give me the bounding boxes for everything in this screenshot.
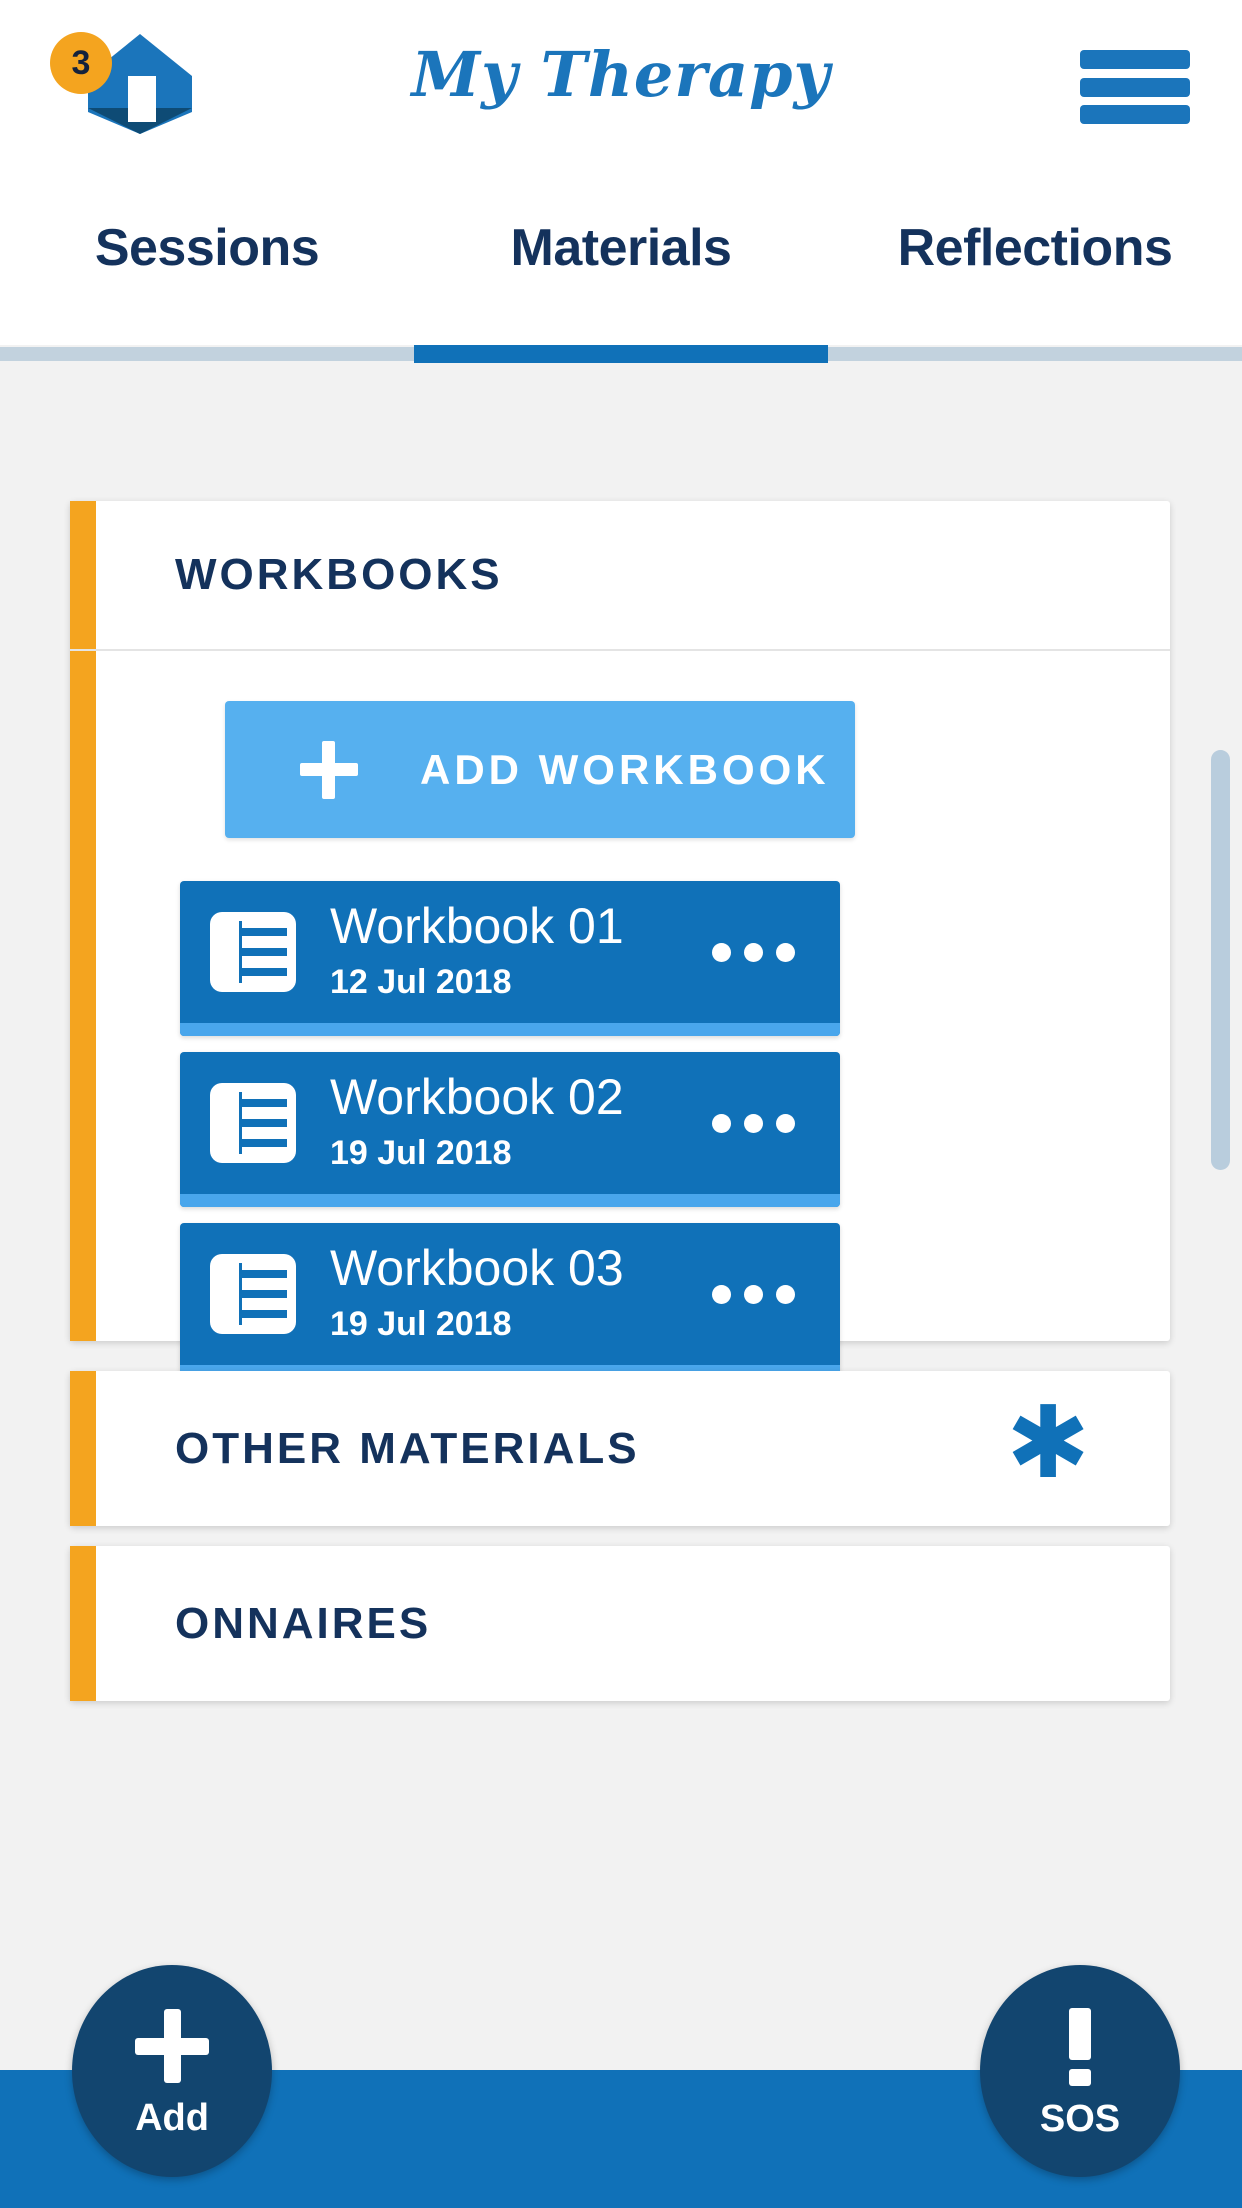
workbook-date: 19 Jul 2018 [330,1134,512,1172]
page-title: My Therapy [411,38,831,111]
workbook-progress-bar [180,1194,840,1207]
document-icon [210,1254,296,1334]
workbooks-card: WORKBOOKS ADD WORKBOOK Workbook 01 12 Ju… [70,501,1170,1378]
app-screen: 3 My Therapy Sessions Materials Reflecti… [0,0,1242,2208]
document-icon-lines [242,1092,287,1154]
more-options-icon[interactable] [712,1114,795,1133]
sos-fab-button[interactable]: SOS [980,1965,1180,2177]
tab-bar: Sessions Materials Reflections [0,160,1242,345]
document-icon-lines [242,1263,287,1325]
tab-sessions[interactable]: Sessions [0,160,414,335]
workbook-title: Workbook 03 [330,1240,624,1296]
tab-materials[interactable]: Materials [414,160,828,335]
other-materials-header: OTHER MATERIALS [70,1371,1170,1526]
workbook-list-item[interactable]: Workbook 02 19 Jul 2018 [180,1052,840,1207]
workbooks-title: WORKBOOKS [175,550,503,599]
tab-active-indicator [414,345,828,363]
vertical-scrollbar[interactable] [1211,750,1230,1170]
asterisk-icon: ✱ [1006,1384,1090,1501]
sos-fab-label: SOS [1039,2097,1121,2140]
other-materials-card[interactable]: OTHER MATERIALS ✱ [70,1371,1170,1526]
hamburger-bar-1 [1080,50,1190,69]
hamburger-menu-icon[interactable] [1080,50,1190,124]
document-icon [210,1083,296,1163]
workbook-date: 19 Jul 2018 [330,1305,512,1343]
document-icon [210,912,296,992]
other-materials-title: OTHER MATERIALS [175,1423,640,1473]
more-options-icon[interactable] [712,1285,795,1304]
questionnaires-title: ONNAIRES [175,1598,432,1648]
workbook-title: Workbook 02 [330,1069,624,1125]
notification-badge[interactable]: 3 [50,32,112,94]
plus-icon [300,740,358,799]
workbook-title: Workbook 01 [330,898,624,954]
document-icon-lines [242,921,287,983]
tab-reflections[interactable]: Reflections [828,160,1242,335]
workbook-list-item[interactable]: Workbook 03 19 Jul 2018 [180,1223,840,1378]
plus-icon [135,2008,209,2083]
add-workbook-label: ADD WORKBOOK [420,745,830,793]
exclamation-icon [1069,2007,1091,2086]
more-options-icon[interactable] [712,943,795,962]
add-workbook-button[interactable]: ADD WORKBOOK [225,701,855,838]
workbook-list-item[interactable]: Workbook 01 12 Jul 2018 [180,881,840,1036]
app-header: 3 My Therapy [0,0,1242,160]
add-fab-label: Add [135,2096,209,2139]
hamburger-bar-2 [1080,77,1190,97]
main-content: WORKBOOKS ADD WORKBOOK Workbook 01 12 Ju… [0,361,1242,2208]
questionnaires-card[interactable]: ONNAIRES [70,1546,1170,1701]
workbook-date: 12 Jul 2018 [330,963,512,1001]
workbook-progress-bar [180,1023,840,1036]
hamburger-bar-3 [1080,105,1190,124]
workbooks-header: WORKBOOKS [70,501,1170,651]
add-fab-button[interactable]: Add [72,1965,272,2177]
questionnaires-header: ONNAIRES [70,1546,1170,1701]
